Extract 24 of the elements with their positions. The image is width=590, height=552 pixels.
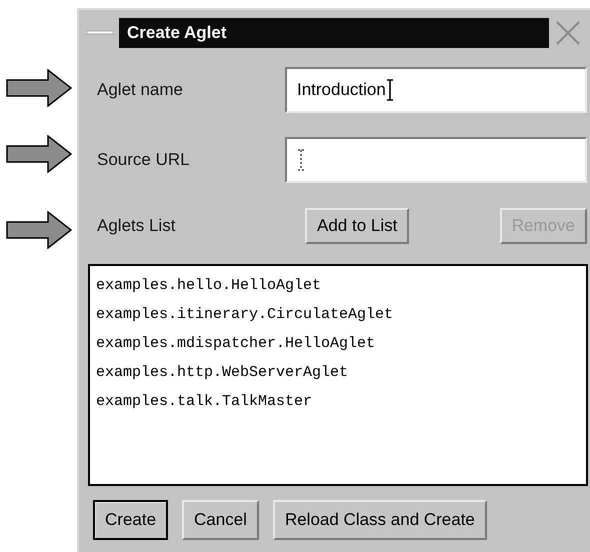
dialog-button[interactable]: Reload Class and Create [272,500,487,540]
field-label: Aglets List [97,215,176,238]
field-label: Aglet name [97,79,184,102]
list-item[interactable]: examples.talk.TalkMaster [96,388,580,416]
list-item[interactable]: examples.itinerary.CirculateAglet [96,301,580,329]
aglets-list[interactable]: examples.hello.HelloAglet examples.itinerary.CirculateAglet examples.mdispatcher.HelloAglet examples.http.WebServerAglet examples.talk.TalkMaster [88,264,588,486]
list-item[interactable]: examples.hello.HelloAglet [96,272,580,300]
list-item[interactable]: examples.mdispatcher.HelloAglet [96,330,580,358]
minimize-icon[interactable] [87,30,113,36]
action-button[interactable]: Add to List [305,208,410,244]
list-item[interactable]: examples.http.WebServerAglet [96,359,580,387]
text-field[interactable] [285,137,587,183]
text-cursor-icon [386,79,394,101]
text-cursor-icon [297,149,305,171]
window-title: Create Aglet [119,18,549,48]
arrow-icon [6,135,72,173]
field-label: Source URL [97,149,191,172]
field-value: Introduction [297,79,386,102]
arrow-icon [6,69,72,107]
dialog-button[interactable]: Create [93,500,168,540]
close-icon[interactable] [555,20,581,46]
dialog-button[interactable]: Cancel [182,500,259,540]
arrow-icon [6,211,72,249]
text-field[interactable]: Introduction [285,67,587,113]
